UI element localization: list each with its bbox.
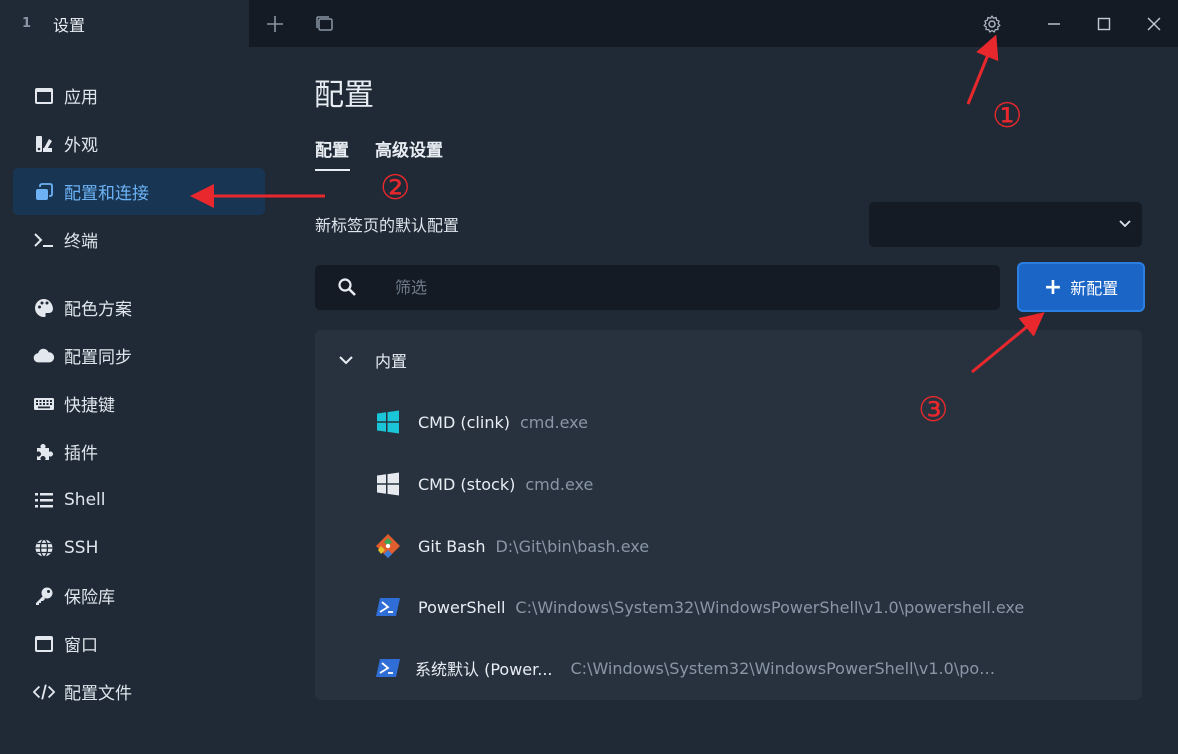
palette-icon — [33, 297, 55, 319]
sidebar-item-appearance[interactable]: 外观 — [13, 120, 265, 167]
new-profile-button[interactable]: + 新配置 — [1017, 262, 1145, 312]
close-button[interactable] — [1140, 10, 1168, 38]
chevron-down-icon — [1119, 220, 1131, 228]
windows-icon — [375, 471, 401, 497]
sidebar-item-ssh[interactable]: SSH — [13, 524, 265, 571]
powershell-icon — [375, 594, 401, 620]
new-profile-label: 新配置 — [1070, 279, 1119, 298]
maximize-icon — [1097, 17, 1111, 31]
profile-row-system-default[interactable]: 系统默认 (Power... C:\Windows\System32\Windo… — [315, 642, 1142, 694]
window-icon — [33, 85, 55, 107]
sidebar-item-hotkeys[interactable]: 快捷键 — [13, 380, 265, 427]
sidebar-item-label: 窗口 — [64, 636, 98, 656]
profile-command: C:\Windows\System32\WindowsPowerShell\v1… — [570, 658, 1001, 678]
plus-icon: + — [1043, 274, 1063, 300]
arrow-to-settings — [966, 34, 999, 105]
profile-row-git-bash[interactable]: Git Bash D:\Git\bin\bash.exe — [315, 520, 1142, 572]
profile-row-cmd-clink[interactable]: CMD (clink) cmd.exe — [315, 396, 1142, 448]
sidebar-item-app[interactable]: 应用 — [13, 72, 265, 119]
profile-command: C:\Windows\System32\WindowsPowerShell\v1… — [515, 597, 1025, 617]
sidebar-item-label: 配置和连接 — [64, 184, 149, 204]
sidebar-item-label: SSH — [64, 537, 99, 558]
filter-input[interactable] — [395, 265, 985, 310]
sidebar-item-label: 终端 — [64, 232, 98, 252]
globe-icon — [33, 537, 55, 559]
chevron-down-icon — [339, 356, 353, 365]
profile-command: D:\Git\bin\bash.exe — [495, 536, 650, 556]
profile-name: 系统默认 (Power... — [415, 660, 553, 679]
brush-icon — [33, 133, 55, 155]
git-icon — [375, 533, 401, 559]
sidebar-item-label: 应用 — [64, 88, 98, 108]
gear-icon — [983, 15, 1001, 33]
maximize-button[interactable] — [1090, 10, 1118, 38]
filter-box — [315, 265, 1000, 310]
profiles-icon — [33, 181, 55, 203]
sidebar-item-label: 配色方案 — [64, 300, 132, 320]
tab-list-button[interactable] — [311, 10, 339, 38]
search-icon — [338, 278, 356, 296]
windows-icon — [375, 409, 401, 435]
settings-button[interactable] — [978, 10, 1006, 38]
profile-command: cmd.exe — [519, 412, 588, 432]
title-bar: 1 设置 — [0, 0, 1178, 47]
profile-list: 内置 CMD (clink) cmd.exe CMD (stock) cmd.e… — [315, 330, 1142, 700]
keyboard-icon — [33, 393, 55, 415]
active-tab-indicator — [315, 169, 350, 171]
sidebar-item-label: Shell — [64, 489, 106, 510]
sidebar: 应用 外观 配置和连接 终端 配色方案 配置同步 快捷键 插件 Shell SS… — [0, 47, 275, 754]
default-profile-label: 新标签页的默认配置 — [315, 216, 460, 235]
sidebar-item-profiles[interactable]: 配置和连接 — [13, 168, 265, 215]
sidebar-item-plugins[interactable]: 插件 — [13, 428, 265, 475]
sidebar-item-label: 外观 — [64, 136, 98, 156]
list-icon — [33, 489, 55, 511]
sidebar-item-label: 快捷键 — [64, 396, 115, 416]
tab-number: 1 — [22, 16, 32, 31]
terminal-icon — [33, 229, 55, 251]
profile-name: PowerShell — [418, 597, 506, 617]
key-icon — [33, 585, 55, 607]
tab-title: 设置 — [53, 15, 86, 35]
sidebar-item-label: 配置同步 — [64, 348, 132, 368]
profile-row-cmd-stock[interactable]: CMD (stock) cmd.exe — [315, 458, 1142, 510]
group-label: 内置 — [375, 352, 408, 371]
default-profile-select[interactable] — [869, 202, 1142, 247]
minimize-icon — [1048, 23, 1060, 25]
sidebar-item-shell[interactable]: Shell — [13, 476, 265, 523]
windows-stack-icon — [316, 16, 333, 31]
plus-icon — [267, 16, 283, 32]
annotation-three: ③ — [918, 390, 949, 430]
profile-name: Git Bash — [418, 536, 486, 556]
annotation-two: ② — [380, 168, 411, 208]
cloud-icon — [33, 345, 55, 367]
sidebar-item-label: 保险库 — [64, 588, 115, 608]
sidebar-item-label: 插件 — [64, 444, 98, 464]
new-tab-button[interactable] — [261, 10, 289, 38]
tab-advanced[interactable]: 高级设置 — [375, 136, 443, 161]
powershell-icon — [375, 655, 401, 681]
sidebar-item-vault[interactable]: 保险库 — [13, 572, 265, 619]
profile-command: cmd.exe — [525, 474, 594, 494]
sidebar-item-terminal[interactable]: 终端 — [13, 216, 265, 263]
sidebar-item-config-file[interactable]: 配置文件 — [13, 668, 265, 715]
window-icon — [33, 633, 55, 655]
code-icon — [33, 681, 55, 703]
sidebar-item-window[interactable]: 窗口 — [13, 620, 265, 667]
sidebar-item-color-scheme[interactable]: 配色方案 — [13, 284, 265, 331]
sidebar-item-sync[interactable]: 配置同步 — [13, 332, 265, 379]
profile-name: CMD (stock) — [418, 474, 516, 494]
tab-profiles[interactable]: 配置 — [315, 136, 349, 161]
close-icon — [1147, 17, 1161, 31]
page-title: 配置 — [314, 78, 374, 113]
tab-settings[interactable]: 1 设置 — [0, 0, 249, 47]
annotation-one: ① — [992, 96, 1023, 136]
sidebar-item-label: 配置文件 — [64, 684, 132, 704]
profile-name: CMD (clink) — [418, 412, 510, 432]
minimize-button[interactable] — [1040, 10, 1068, 38]
profile-row-powershell[interactable]: PowerShell C:\Windows\System32\WindowsPo… — [315, 581, 1142, 633]
group-header-builtin[interactable]: 内置 — [315, 340, 1142, 380]
puzzle-icon — [33, 441, 55, 463]
